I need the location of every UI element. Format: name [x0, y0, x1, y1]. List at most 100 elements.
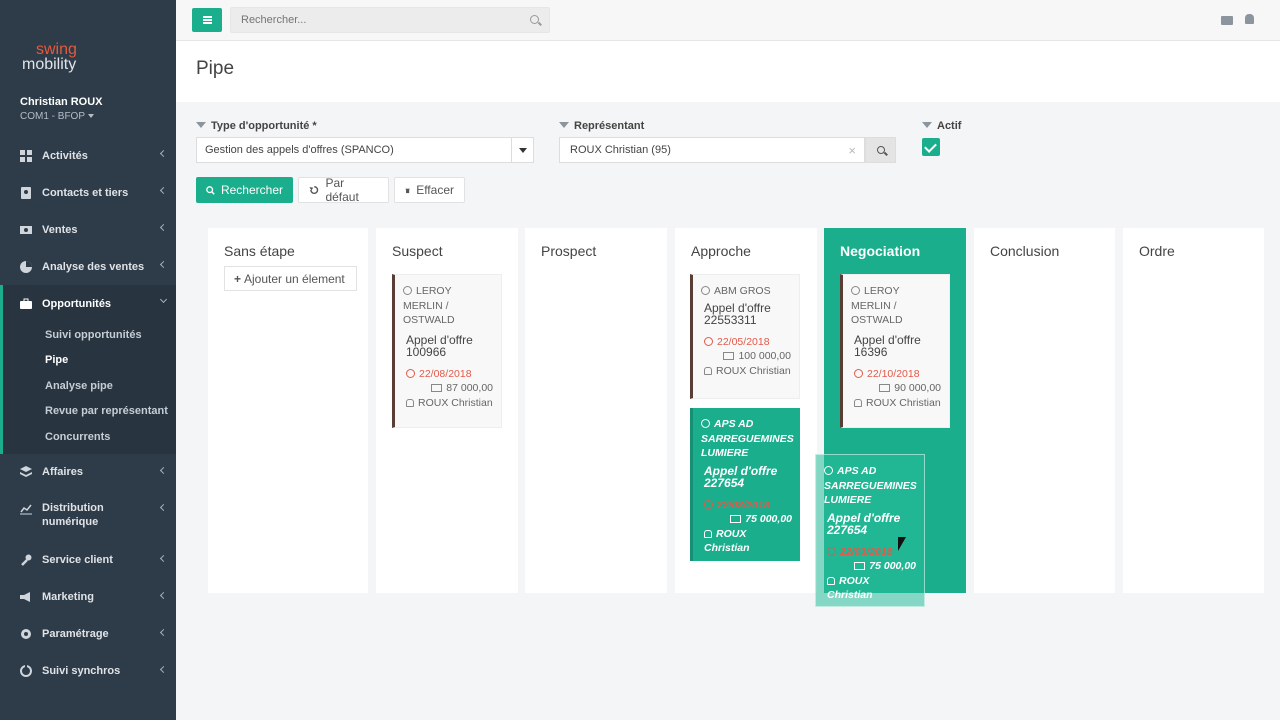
card-amount: 75 000,00 — [824, 559, 916, 574]
sidebar-item-activites[interactable]: Activités — [0, 137, 176, 174]
card-amount-text: 75 000,00 — [869, 560, 916, 572]
sidebar-item-label: Paramétrage — [42, 628, 109, 640]
card-date: 22/03/2018 — [701, 498, 792, 513]
opportunity-card[interactable]: LEROY MERLIN / OSTWALD Appel d'offre 163… — [840, 274, 950, 428]
page-title: Pipe — [196, 58, 235, 79]
column-sans-etape: Sans étape + Ajouter un élement — [208, 228, 368, 593]
sidebar-item-contacts[interactable]: Contacts et tiers — [0, 174, 176, 211]
caret-down-icon[interactable] — [511, 138, 533, 162]
card-date: 22/05/2018 — [701, 335, 791, 350]
sidebar-item-label: Affaires — [42, 466, 83, 478]
caret-down-icon — [88, 114, 95, 119]
chevron-left-icon — [159, 223, 168, 232]
sidebar-item-analyse-ventes[interactable]: Analyse des ventes — [0, 248, 176, 285]
type-opportunite-select[interactable]: Gestion des appels d'offres (SPANCO) — [196, 137, 534, 163]
search-input[interactable] — [230, 7, 550, 33]
card-date: 22/08/2018 — [403, 367, 493, 382]
money-icon — [879, 384, 891, 392]
card-date-text: 22/05/2018 — [717, 335, 770, 348]
subnav-suivi-opportunites[interactable]: Suivi opportunités — [3, 322, 176, 348]
card-rep: ROUX Christian — [701, 364, 791, 379]
default-button[interactable]: Par défaut — [298, 176, 389, 204]
active-checkbox[interactable] — [922, 138, 940, 156]
bell-icon[interactable] — [1245, 14, 1254, 24]
column-ordre: Ordre — [1123, 228, 1264, 593]
card-date-text: 22/03/2018 — [840, 545, 893, 558]
column-prospect: Prospect — [525, 228, 667, 593]
subnav-analyse-pipe[interactable]: Analyse pipe — [3, 373, 176, 399]
column-conclusion: Conclusion — [974, 228, 1115, 593]
representant-value: ROUX Christian (95) — [570, 144, 671, 156]
brand-logo[interactable]: swing mobility — [22, 41, 77, 73]
card-date-text: 22/03/2018 — [717, 498, 770, 511]
representant-field[interactable]: ROUX Christian (95) × — [559, 137, 865, 163]
sidebar-item-affaires[interactable]: Affaires — [0, 454, 176, 491]
filter-type-label: Type d'opportunité * — [196, 120, 317, 132]
mail-icon[interactable] — [1221, 16, 1233, 25]
card-title[interactable]: Appel d'offre 100966 — [406, 334, 493, 358]
brand-line1: swing — [36, 41, 77, 58]
trash-icon — [405, 188, 410, 193]
card-company: APS AD SARREGUEMINES LUMIERE — [701, 417, 794, 461]
card-company-text: APS AD SARREGUEMINES LUMIERE — [824, 465, 917, 506]
layers-icon — [20, 466, 32, 477]
card-rep-text: ROUX Christian — [716, 364, 791, 377]
card-amount: 87 000,00 — [403, 381, 493, 396]
add-element-button[interactable]: + Ajouter un élement — [224, 266, 357, 291]
search-button-label: Rechercher — [220, 183, 283, 197]
chevron-left-icon — [159, 186, 168, 195]
clear-button[interactable]: Effacer — [394, 177, 465, 203]
default-button-label: Par défaut — [325, 176, 359, 204]
subnav-pipe[interactable]: Pipe — [3, 348, 176, 374]
card-amount: 90 000,00 — [851, 381, 941, 396]
sidebar-item-service-client[interactable]: Service client — [0, 542, 176, 579]
sidebar-item-ventes[interactable]: Ventes — [0, 211, 176, 248]
sidebar-item-label: Opportunités — [42, 297, 112, 310]
subnav-concurrents[interactable]: Concurrents — [3, 424, 176, 450]
clock-icon — [704, 499, 713, 509]
chevron-left-icon — [159, 591, 168, 599]
menu-toggle-button[interactable] — [192, 8, 222, 32]
column-title: Prospect — [541, 243, 597, 259]
user-circle-icon — [701, 419, 710, 428]
dragged-opportunity-card[interactable]: APS AD SARREGUEMINES LUMIERE Appel d'off… — [815, 454, 925, 607]
search-button[interactable]: Rechercher — [196, 177, 293, 203]
plus-icon: + — [234, 272, 242, 286]
sidebar-item-opportunites[interactable]: Opportunités — [0, 285, 176, 322]
opportunity-card[interactable]: APS AD SARREGUEMINES LUMIERE Appel d'off… — [690, 408, 800, 561]
chevron-down-icon — [159, 295, 168, 304]
user-role-dropdown[interactable]: COM1 - BFOP — [20, 111, 95, 122]
sidebar-item-label: Service client — [42, 554, 113, 566]
card-rep-text: ROUX Christian — [418, 396, 493, 409]
representant-search-button[interactable] — [865, 137, 896, 163]
line-chart-icon — [20, 504, 32, 514]
card-title[interactable]: Appel d'offre 22553311 — [704, 302, 791, 326]
card-title[interactable]: Appel d'offre 227654 — [704, 465, 792, 489]
user-circle-icon — [403, 286, 412, 295]
sidebar-item-suivi-synchros[interactable]: Suivi synchros — [0, 653, 176, 690]
card-title[interactable]: Appel d'offre 16396 — [854, 334, 941, 358]
card-title[interactable]: Appel d'offre 227654 — [827, 512, 916, 536]
column-title: Negociation — [840, 243, 921, 259]
user-name: Christian ROUX — [20, 96, 103, 108]
card-amount: 75 000,00 — [701, 512, 792, 527]
wrench-icon — [21, 554, 32, 566]
sidebar-item-marketing[interactable]: Marketing — [0, 579, 176, 616]
card-company: ABM GROS — [701, 284, 791, 299]
opportunity-card[interactable]: ABM GROS Appel d'offre 22553311 22/05/20… — [690, 274, 800, 399]
card-company: LEROY MERLIN / OSTWALD — [851, 284, 941, 328]
clear-icon[interactable]: × — [848, 143, 856, 158]
chevron-left-icon — [159, 665, 168, 673]
sidebar-item-parametrage[interactable]: Paramétrage — [0, 616, 176, 653]
filter-active-label: Actif — [922, 120, 961, 132]
opportunity-card[interactable]: LEROY MERLIN / OSTWALD Appel d'offre 100… — [392, 274, 502, 428]
bullhorn-icon — [20, 592, 30, 602]
clock-icon — [406, 368, 415, 378]
search-icon[interactable] — [530, 15, 539, 24]
hamburger-icon-bar — [203, 22, 212, 24]
pie-chart-icon — [20, 260, 32, 273]
sidebar-item-distribution[interactable]: Distribution numérique — [0, 491, 176, 542]
card-date-text: 22/10/2018 — [867, 367, 920, 380]
subnav-revue-representant[interactable]: Revue par représentant — [3, 399, 176, 425]
sidebar-item-label: Ventes — [42, 223, 78, 236]
